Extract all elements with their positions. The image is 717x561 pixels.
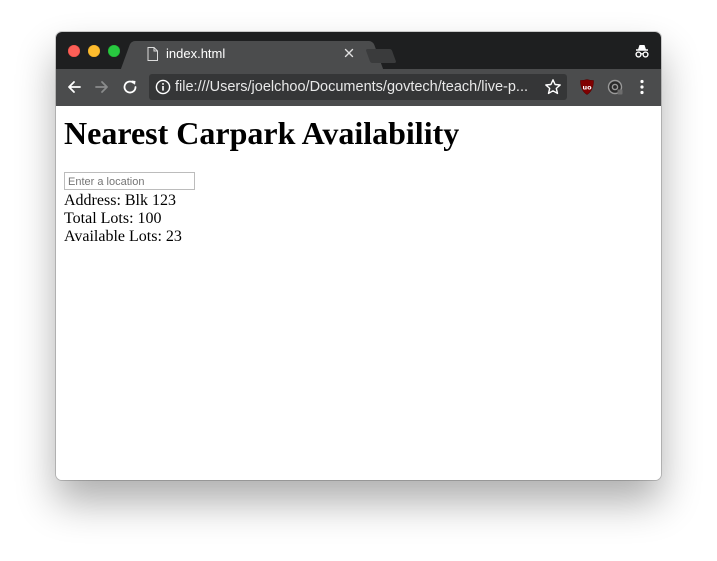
document-icon [147, 47, 158, 61]
new-tab-button[interactable] [365, 49, 397, 63]
total-lots-text: Total Lots: 100 [64, 210, 162, 227]
forward-arrow-icon[interactable] [93, 78, 111, 96]
menu-dots-icon[interactable] [636, 78, 648, 96]
tab-title: index.html [166, 46, 226, 61]
browser-toolbar: file:///Users/joelchoo/Documents/govtech… [56, 69, 661, 106]
star-icon[interactable] [544, 78, 562, 96]
address-bar[interactable]: file:///Users/joelchoo/Documents/govtech… [149, 74, 567, 100]
title-bar: index.html [56, 32, 661, 69]
back-arrow-icon[interactable] [65, 78, 83, 96]
url-text[interactable]: file:///Users/joelchoo/Documents/govtech… [175, 79, 540, 96]
maximize-window-button[interactable] [108, 45, 120, 57]
close-window-button[interactable] [68, 45, 80, 57]
info-icon[interactable] [155, 79, 171, 95]
minimize-window-button[interactable] [88, 45, 100, 57]
browser-window: index.html file:///Users/joelchoo/Docume… [56, 32, 661, 480]
extension-icon[interactable] [606, 78, 624, 96]
svg-text:uo: uo [582, 84, 592, 92]
close-tab-icon[interactable] [342, 46, 356, 60]
incognito-icon [635, 45, 649, 58]
reload-icon[interactable] [121, 78, 139, 96]
address-text: Address: Blk 123 [64, 192, 176, 209]
available-lots-text: Available Lots: 23 [64, 228, 182, 245]
ublock-origin-icon[interactable]: uo [578, 78, 596, 96]
page-title: Nearest Carpark Availability [64, 115, 460, 151]
location-input[interactable] [64, 172, 195, 190]
page-content: Nearest Carpark Availability Address: Bl… [56, 106, 661, 480]
